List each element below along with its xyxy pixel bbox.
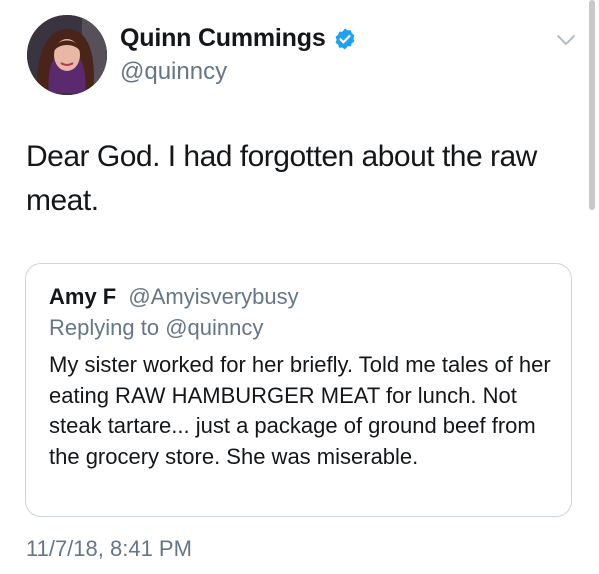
quoted-tweet-text: My sister worked for her briefly. Told m… — [49, 352, 551, 469]
quoted-author-handle: @Amyisverybusy — [128, 284, 299, 309]
quoted-author-name: Amy F — [49, 284, 117, 309]
tweet-text: Dear God. I had forgotten about the raw … — [26, 140, 537, 217]
replying-to-handle[interactable]: @quinncy — [165, 315, 263, 340]
author-name-row: Quinn Cummings — [120, 24, 357, 53]
author-display-name[interactable]: Quinn Cummings — [120, 24, 326, 53]
author-handle[interactable]: @quinncy — [120, 58, 227, 86]
quoted-author-row: Amy F @Amyisverybusy — [49, 284, 299, 310]
replying-to-label: Replying to — [49, 315, 160, 340]
avatar[interactable] — [27, 15, 107, 95]
avatar-image — [27, 15, 107, 95]
scrollbar[interactable] — [589, 0, 595, 210]
chevron-down-icon[interactable] — [556, 33, 576, 47]
tweet-timestamp[interactable]: 11/7/18, 8:41 PM — [26, 536, 192, 562]
replying-to-line: Replying to @quinncy — [49, 315, 263, 341]
verified-badge-icon — [333, 27, 357, 51]
quoted-tweet-card[interactable]: Amy F @Amyisverybusy Replying to @quinnc… — [25, 263, 572, 517]
